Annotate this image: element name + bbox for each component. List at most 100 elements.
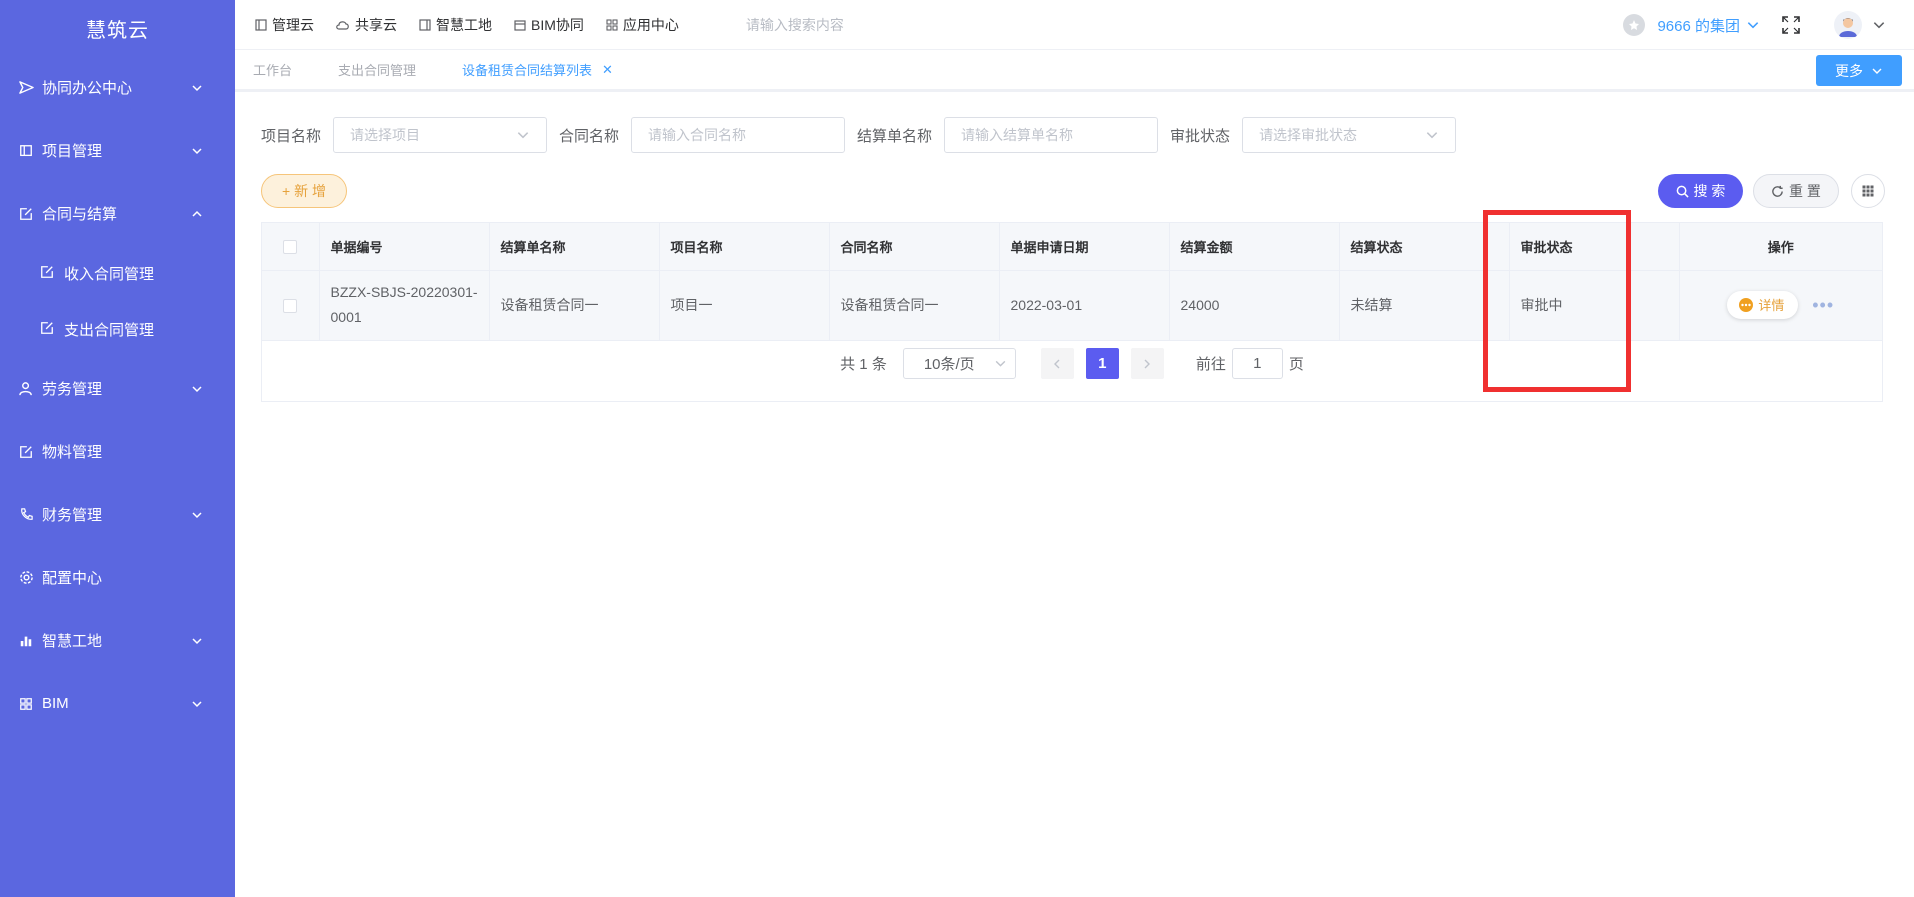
tab-equipment-lease-settlement[interactable]: 设备租赁合同结算列表 ✕ xyxy=(462,60,613,79)
sidebar-item-finance-management[interactable]: 财务管理 xyxy=(0,483,235,546)
sidebar-item-label: 合同与结算 xyxy=(42,206,118,223)
page-number-current[interactable]: 1 xyxy=(1085,348,1119,379)
topnav-label: 智慧工地 xyxy=(436,16,492,33)
cell-actions: 详情 ••• xyxy=(1679,270,1882,341)
chevron-up-icon xyxy=(192,210,202,217)
detail-button[interactable]: 详情 xyxy=(1727,291,1799,319)
topnav-smart-site[interactable]: 智慧工地 xyxy=(419,15,492,35)
sidebar-item-contract-settlement[interactable]: 合同与结算 xyxy=(0,182,235,245)
phone-icon xyxy=(18,507,34,523)
contract-name-input[interactable] xyxy=(631,117,846,153)
approval-status-select[interactable]: 请选择审批状态 xyxy=(1242,117,1457,153)
project-select[interactable]: 请选择项目 xyxy=(333,117,548,153)
cell-code: BZZX-SBJS-20220301- 0001 xyxy=(319,270,490,341)
goto-page: 前往 页 xyxy=(1196,348,1304,379)
settlement-name-input[interactable] xyxy=(944,117,1159,153)
row-select-cell xyxy=(262,270,320,341)
topnav-management-cloud[interactable]: 管理云 xyxy=(255,15,314,35)
sidebar-subitem-income-contract[interactable]: 收入合同管理 xyxy=(0,245,235,301)
select-all-checkbox[interactable] xyxy=(283,240,298,255)
more-circle-icon xyxy=(1739,298,1754,312)
table-row: BZZX-SBJS-20220301- 0001 设备租赁合同一 项目一 设备租… xyxy=(262,270,1882,341)
sidebar-item-material-management[interactable]: 物料管理 xyxy=(0,420,235,483)
edit-icon xyxy=(18,444,34,460)
cell-date: 2022-03-01 xyxy=(999,270,1170,341)
search-icon xyxy=(1676,185,1689,198)
cell-project: 项目一 xyxy=(659,270,830,341)
page-size-value: 10条/页 xyxy=(923,356,975,373)
topnav-label: 共享云 xyxy=(355,16,397,33)
user-menu[interactable] xyxy=(1834,11,1886,39)
ellipsis-icon[interactable]: ••• xyxy=(1812,293,1834,318)
cell-contract: 设备租赁合同一 xyxy=(829,270,1000,341)
tab-label: 工作台 xyxy=(253,63,293,78)
column-header: 操作 xyxy=(1679,223,1882,271)
reset-button[interactable]: 重 置 xyxy=(1753,174,1839,208)
search-label: 搜 索 xyxy=(1693,183,1726,199)
cell-amount: 24000 xyxy=(1169,270,1340,341)
book-icon xyxy=(419,18,431,31)
edit-icon xyxy=(18,206,34,222)
group-avatar-icon xyxy=(1623,14,1646,36)
select-all-cell xyxy=(262,223,320,271)
sidebar-item-label: 物料管理 xyxy=(42,444,103,461)
chevron-down-icon xyxy=(192,700,202,707)
pagination: 共 1 条 10条/页 1 前往 页 xyxy=(262,348,1882,379)
goto-prefix: 前往 xyxy=(1195,356,1226,373)
global-search-input[interactable] xyxy=(745,16,1006,33)
chevron-down-icon xyxy=(1426,132,1438,139)
fullscreen-button[interactable] xyxy=(1782,16,1800,34)
column-header: 审批状态 xyxy=(1509,223,1680,271)
sidebar-item-labor-management[interactable]: 劳务管理 xyxy=(0,357,235,420)
column-settings-button[interactable] xyxy=(1851,174,1885,208)
gear-icon xyxy=(18,570,34,586)
group-selector[interactable]: 9666 的集团 xyxy=(1623,14,1760,36)
close-icon[interactable]: ✕ xyxy=(602,62,613,78)
cell-settlement-name: 设备租赁合同一 xyxy=(489,270,660,341)
sidebar-item-label: 协同办公中心 xyxy=(42,80,133,97)
sidebar-item-label: 项目管理 xyxy=(42,143,103,160)
goto-page-input[interactable] xyxy=(1231,348,1283,379)
worker-icon xyxy=(18,381,34,397)
top-nav: 管理云 共享云 智慧工地 BIM协同 应用中心 xyxy=(235,15,1006,35)
tab-expense-contract[interactable]: 支出合同管理 xyxy=(338,60,416,79)
column-header: 结算金额 xyxy=(1169,223,1340,271)
grid-icon xyxy=(18,696,34,712)
page-size-select[interactable]: 10条/页 xyxy=(902,348,1016,379)
topnav-label: 管理云 xyxy=(272,16,314,33)
column-header: 结算单名称 xyxy=(489,223,660,271)
sidebar-item-smart-site[interactable]: 智慧工地 xyxy=(0,609,235,672)
sidebar-item-label: 财务管理 xyxy=(42,507,103,524)
reset-label: 重 置 xyxy=(1789,183,1821,199)
topnav-app-center[interactable]: 应用中心 xyxy=(606,15,679,35)
approval-select-placeholder: 请选择审批状态 xyxy=(1259,127,1358,143)
chevron-down-icon xyxy=(192,637,202,644)
detail-label: 详情 xyxy=(1758,297,1785,313)
goto-suffix: 页 xyxy=(1288,356,1304,373)
topnav-bim-collab[interactable]: BIM协同 xyxy=(514,15,584,35)
grid-icon xyxy=(1862,185,1874,197)
chevron-down-icon xyxy=(192,147,202,154)
add-button[interactable]: + 新 增 xyxy=(261,174,347,208)
chevron-down-icon xyxy=(517,132,529,139)
chevron-down-icon xyxy=(995,360,1006,367)
cell-code-line1: BZZX-SBJS-20220301- xyxy=(330,284,478,300)
prev-page-button[interactable] xyxy=(1040,348,1074,379)
tab-workbench[interactable]: 工作台 xyxy=(253,60,292,79)
sidebar-item-collab-office[interactable]: 协同办公中心 xyxy=(0,56,235,119)
more-button[interactable]: 更多 xyxy=(1816,55,1902,86)
chevron-right-icon xyxy=(1144,359,1151,368)
sidebar-item-bim[interactable]: BIM xyxy=(0,672,235,735)
chevron-down-icon xyxy=(192,511,202,518)
next-page-button[interactable] xyxy=(1130,348,1164,379)
sidebar: 慧筑云 协同办公中心 项目管理 合同与结算 收入合同管理 支出合同管理 劳务管理… xyxy=(0,0,235,897)
search-button[interactable]: 搜 索 xyxy=(1658,174,1743,208)
filter-label-contract: 合同名称 xyxy=(559,127,620,145)
sidebar-item-config-center[interactable]: 配置中心 xyxy=(0,546,235,609)
brand-logo: 慧筑云 xyxy=(86,19,149,42)
sidebar-item-project-management[interactable]: 项目管理 xyxy=(0,119,235,182)
sidebar-subitem-expense-contract[interactable]: 支出合同管理 xyxy=(0,301,235,357)
topnav-shared-cloud[interactable]: 共享云 xyxy=(336,15,397,35)
row-checkbox[interactable] xyxy=(283,298,298,313)
sidebar-subitem-label: 支出合同管理 xyxy=(64,321,155,339)
